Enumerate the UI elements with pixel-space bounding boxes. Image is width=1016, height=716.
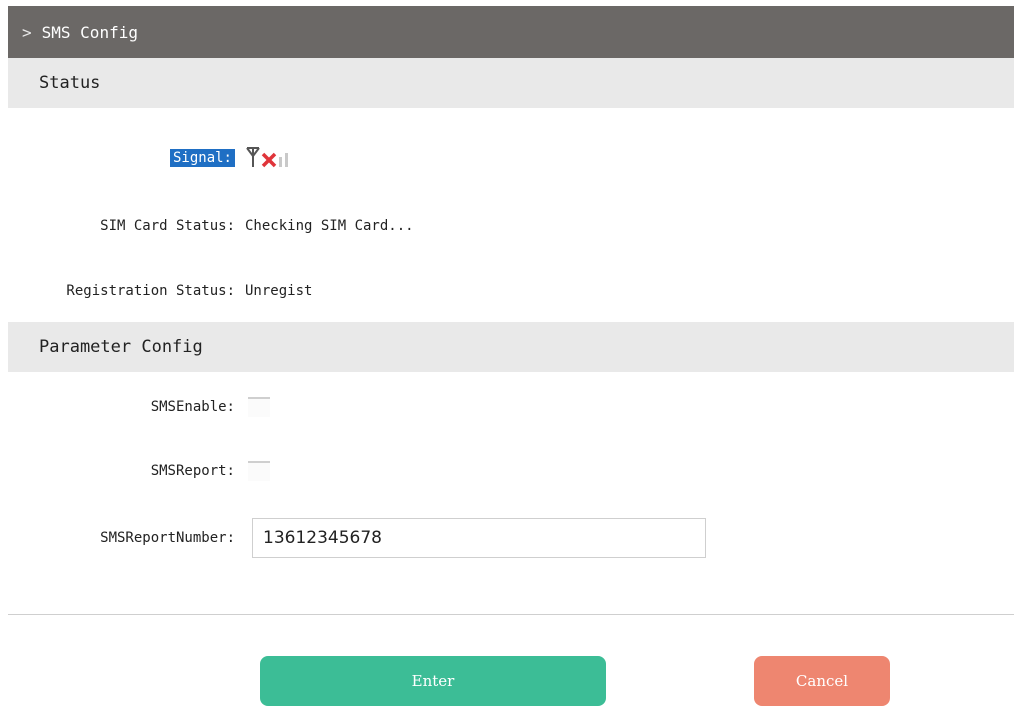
sms-report-number-input[interactable] [252, 518, 706, 558]
registration-status-label: Registration Status: [66, 283, 235, 299]
enter-button[interactable]: Enter [260, 656, 606, 706]
sms-report-label: SMSReport: [150, 463, 235, 479]
registration-status-value: Unregist [245, 283, 313, 299]
parameter-section-title: Parameter Config [39, 337, 203, 357]
title-bar[interactable]: > SMS Config [8, 6, 1014, 58]
sms-enable-checkbox[interactable] [248, 397, 270, 417]
page-title: SMS Config [41, 22, 138, 42]
registration-status-row: Registration Status: Unregist [8, 276, 1014, 306]
sms-report-number-label: SMSReportNumber: [100, 530, 235, 546]
sms-report-row: SMSReport: [8, 456, 1014, 486]
sms-enable-row: SMSEnable: [8, 392, 1014, 422]
status-section-header: Status [8, 58, 1014, 108]
parameter-section-header: Parameter Config [8, 322, 1014, 372]
cancel-button[interactable]: Cancel [754, 656, 890, 706]
sim-status-label: SIM Card Status: [100, 218, 235, 234]
chevron-right-icon[interactable]: > [22, 23, 32, 42]
antenna-no-signal-icon [245, 145, 305, 171]
signal-row: Signal: [8, 143, 1014, 173]
sms-enable-label: SMSEnable: [150, 399, 235, 415]
sms-report-number-row: SMSReportNumber: [8, 518, 1014, 558]
footer-divider [8, 614, 1014, 615]
sms-report-checkbox[interactable] [248, 461, 270, 481]
sim-status-value: Checking SIM Card... [245, 218, 414, 234]
signal-label: Signal: [169, 149, 235, 167]
sms-config-panel: > SMS Config Status Signal: SIM Card Sta… [8, 6, 1014, 716]
signal-label-cell: Signal: [8, 149, 235, 167]
sim-status-row: SIM Card Status: Checking SIM Card... [8, 211, 1014, 241]
status-section-title: Status [39, 73, 101, 93]
